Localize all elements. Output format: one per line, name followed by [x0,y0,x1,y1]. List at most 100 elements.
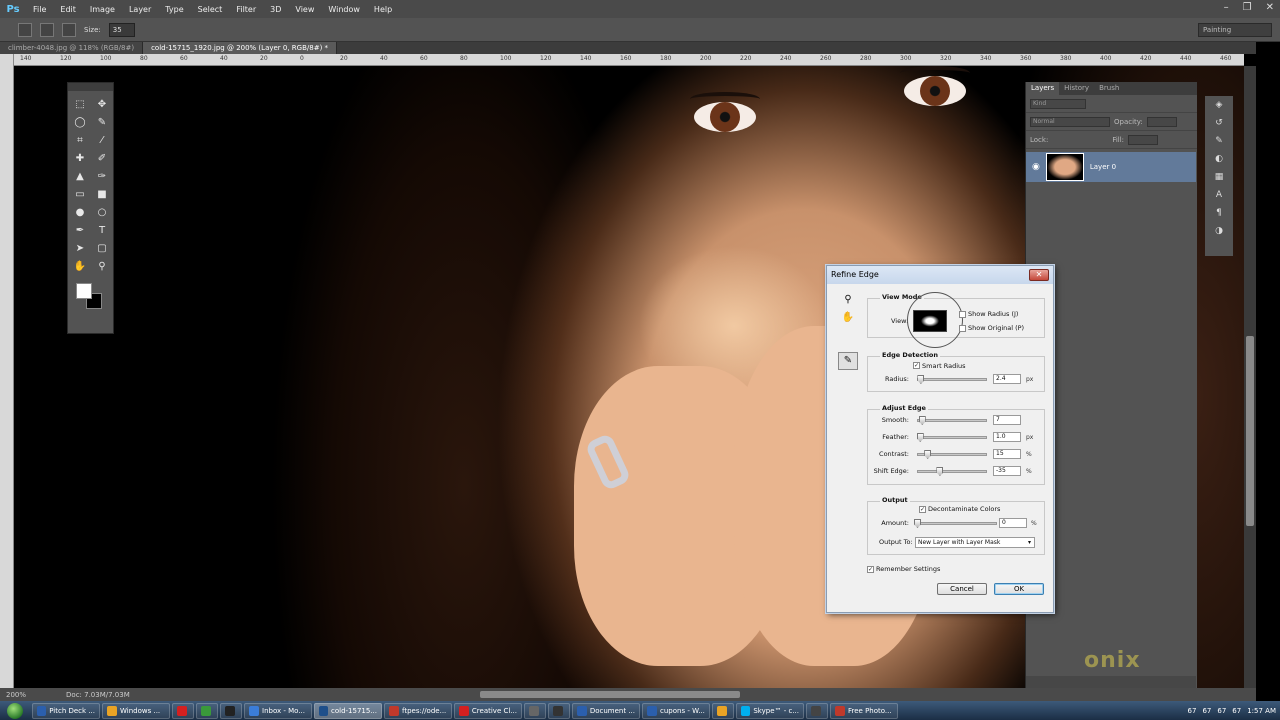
show-radius-checkbox[interactable] [959,311,966,318]
crop-tool-icon[interactable]: ⌗ [69,133,91,149]
taskbar-item[interactable]: Inbox - Mo... [244,702,312,719]
amount-field[interactable]: 0 [999,518,1027,528]
close-icon[interactable]: ✕ [1266,2,1274,13]
close-icon[interactable]: ✕ [1029,269,1049,281]
vertical-scrollbar[interactable] [1244,66,1256,688]
workspace-switcher[interactable]: Painting [1198,23,1272,37]
opacity-field[interactable] [1146,116,1177,127]
smart-radius-checkbox[interactable]: ✓ [913,362,920,369]
shift-edge-field[interactable]: -35 [993,466,1021,476]
cancel-button[interactable]: Cancel [937,583,987,595]
menu-image[interactable]: Image [83,5,122,14]
taskbar-item[interactable]: Creative Cl... [454,702,522,719]
start-button[interactable] [0,701,30,720]
layer-name[interactable]: Layer 0 [1090,163,1116,171]
brush-tool-icon[interactable]: ✐ [91,151,113,167]
menu-window[interactable]: Window [321,5,367,14]
menu-3d[interactable]: 3D [263,5,288,14]
tab-layers[interactable]: Layers [1026,82,1060,95]
taskbar-item[interactable] [220,702,242,719]
brush-preset-icon[interactable] [18,22,32,37]
swatches-dock-icon[interactable]: ▦ [1205,168,1233,186]
brush-dock-icon[interactable]: ✎ [1205,132,1233,150]
taskbar-item[interactable]: ftpes://ode... [384,702,452,719]
color-swatches[interactable] [76,283,106,311]
move-tool-icon[interactable]: ✥ [91,97,113,113]
taskbar-item[interactable]: Pitch Deck ... [32,702,100,719]
healing-tool-icon[interactable]: ✚ [69,151,91,167]
layer-row[interactable]: ◉ Layer 0 [1026,152,1196,182]
minimize-icon[interactable]: – [1224,2,1229,13]
taskbar-item[interactable]: Document ... [572,702,640,719]
feather-slider[interactable] [916,433,987,442]
taskbar-item[interactable] [172,702,194,719]
taskbar-item[interactable] [548,702,570,719]
taskbar-item[interactable]: Free Photo... [830,702,898,719]
hand-tool-icon[interactable]: ✋ [69,259,91,275]
blend-mode-select[interactable]: Normal [1030,116,1110,127]
zoom-tool-icon[interactable]: ⚲ [91,259,113,275]
path-select-tool-icon[interactable]: ➤ [69,241,91,257]
history-brush-tool-icon[interactable]: ✑ [91,169,113,185]
smooth-slider[interactable] [917,416,987,425]
menu-filter[interactable]: Filter [229,5,263,14]
remember-settings-checkbox[interactable]: ✓ [867,566,874,573]
foreground-color[interactable] [76,283,92,299]
history-dock-icon[interactable]: ↺ [1205,114,1233,132]
tab-brush[interactable]: Brush [1094,82,1124,95]
menu-edit[interactable]: Edit [53,5,83,14]
taskbar-item[interactable]: Skype™ - c... [736,702,804,719]
marquee-tool-icon[interactable]: ⬚ [69,97,91,113]
taskbar-item[interactable]: cold-15715... [314,702,382,719]
contrast-field[interactable]: 15 [993,449,1021,459]
eyedropper-tool-icon[interactable]: ⁄ [91,133,113,149]
color-dock-icon[interactable]: ◐ [1205,150,1233,168]
menu-layer[interactable]: Layer [122,5,158,14]
layers-dock-icon[interactable]: ◈ [1205,96,1233,114]
amount-slider[interactable] [914,519,997,528]
menu-help[interactable]: Help [367,5,399,14]
gradient-tool-icon[interactable]: ■ [91,187,113,203]
brush-mode-icon[interactable] [40,22,54,37]
quick-select-tool-icon[interactable]: ✎ [91,115,113,131]
clone-stamp-tool-icon[interactable]: ▲ [69,169,91,185]
show-original-checkbox[interactable] [959,325,966,332]
menu-view[interactable]: View [288,5,321,14]
menu-file[interactable]: File [26,5,53,14]
paragraph-dock-icon[interactable]: ¶ [1205,204,1233,222]
size-field[interactable]: 35 [108,22,135,37]
adjustments-dock-icon[interactable]: ◑ [1205,222,1233,240]
output-to-select[interactable]: New Layer with Layer Mask ▾ [915,537,1035,548]
feather-field[interactable]: 1.0 [993,432,1021,442]
taskbar-item[interactable] [712,702,734,719]
tab-history[interactable]: History [1059,82,1094,95]
type-tool-icon[interactable]: T [91,223,113,239]
refine-radius-brush-icon[interactable]: ✎ [838,352,858,370]
filter-kind-select[interactable]: Kind [1030,98,1086,109]
blur-tool-icon[interactable]: ● [69,205,91,221]
shape-tool-icon[interactable]: ▢ [91,241,113,257]
menu-type[interactable]: Type [158,5,190,14]
menu-select[interactable]: Select [191,5,230,14]
restore-icon[interactable]: ❐ [1243,2,1252,13]
smooth-field[interactable]: 7 [993,415,1021,425]
zoom-level[interactable]: 200% [6,691,26,699]
ok-button[interactable]: OK [994,583,1044,595]
taskbar-item[interactable] [196,702,218,719]
pen-tool-icon[interactable]: ✒ [69,223,91,239]
view-mode-picker[interactable] [913,310,947,332]
radius-field[interactable]: 2.4 [993,374,1021,384]
radius-slider[interactable] [917,375,987,384]
dodge-tool-icon[interactable]: ○ [91,205,113,221]
fill-field[interactable] [1128,134,1159,145]
visibility-eye-icon[interactable]: ◉ [1032,162,1040,172]
eraser-tool-icon[interactable]: ▭ [69,187,91,203]
horizontal-scrollbar[interactable] [480,691,740,698]
taskbar-item[interactable] [806,702,828,719]
taskbar-item[interactable]: Windows ... [102,702,170,719]
hand-icon[interactable]: ✋ [839,312,857,328]
taskbar-item[interactable] [524,702,546,719]
zoom-icon[interactable]: ⚲ [839,294,857,310]
taskbar-item[interactable]: cupons - W... [642,702,710,719]
contrast-slider[interactable] [917,450,987,459]
